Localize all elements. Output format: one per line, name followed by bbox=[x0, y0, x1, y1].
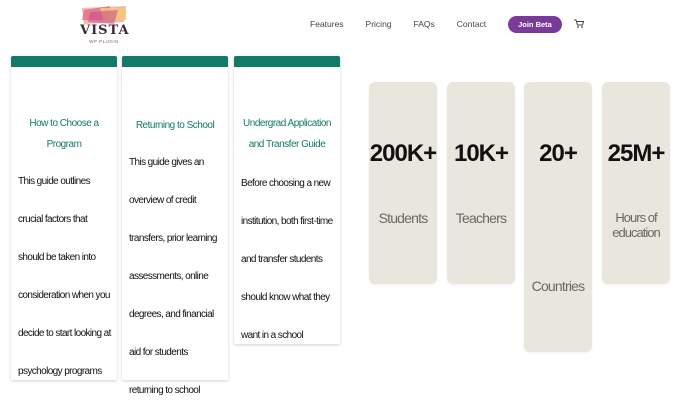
card-accent-bar bbox=[122, 56, 228, 67]
card-accent-bar bbox=[234, 56, 340, 67]
nav-faqs[interactable]: FAQs bbox=[414, 19, 435, 29]
stat-value: 20+ bbox=[539, 140, 578, 167]
stat-countries: 20+ Countries bbox=[524, 82, 592, 352]
guide-card-choose-program[interactable]: How to Choose a Program This guide outli… bbox=[11, 56, 117, 380]
card-title[interactable]: Undergrad Application and Transfer Guide bbox=[238, 113, 336, 155]
main-nav: Features Pricing FAQs Contact Join Beta bbox=[310, 14, 585, 34]
vista-logo[interactable]: VISTA WP PLUGIN bbox=[80, 6, 130, 44]
guide-card-returning-to-school[interactable]: Returning to School This guide gives an … bbox=[122, 56, 228, 396]
logo-tagline: WP PLUGIN bbox=[89, 39, 119, 44]
stat-label: Hours of education bbox=[612, 210, 660, 240]
stat-label: Teachers bbox=[455, 210, 507, 226]
nav-features[interactable]: Features bbox=[310, 19, 344, 29]
card-description: This guide gives an overview of credit t… bbox=[129, 157, 217, 396]
cart-icon[interactable] bbox=[573, 19, 585, 30]
stat-students: 200K+ Students bbox=[369, 82, 437, 284]
stat-label: Students bbox=[378, 210, 429, 226]
stat-value: 10K+ bbox=[453, 140, 509, 167]
guide-card-undergrad-transfer[interactable]: Undergrad Application and Transfer Guide… bbox=[234, 56, 340, 344]
join-beta-button[interactable]: Join Beta bbox=[508, 15, 562, 33]
stat-teachers: 10K+ Teachers bbox=[447, 82, 515, 284]
card-title[interactable]: Returning to School bbox=[126, 115, 224, 136]
card-description: This guide outlines crucial factors that… bbox=[18, 176, 111, 377]
logo-wordmark: VISTA bbox=[80, 23, 130, 38]
nav-pricing[interactable]: Pricing bbox=[366, 19, 392, 29]
site-header: VISTA WP PLUGIN Features Pricing FAQs Co… bbox=[0, 0, 700, 52]
card-title[interactable]: How to Choose a Program bbox=[15, 113, 113, 155]
stat-value: 200K+ bbox=[369, 140, 437, 167]
stat-hours: 25M+ Hours of education bbox=[602, 82, 670, 284]
nav-contact[interactable]: Contact bbox=[457, 19, 486, 29]
stat-label: Countries bbox=[531, 278, 586, 294]
card-accent-bar bbox=[11, 56, 117, 67]
stat-value: 25M+ bbox=[607, 140, 666, 167]
card-description: Before choosing a new institution, both … bbox=[241, 178, 333, 341]
